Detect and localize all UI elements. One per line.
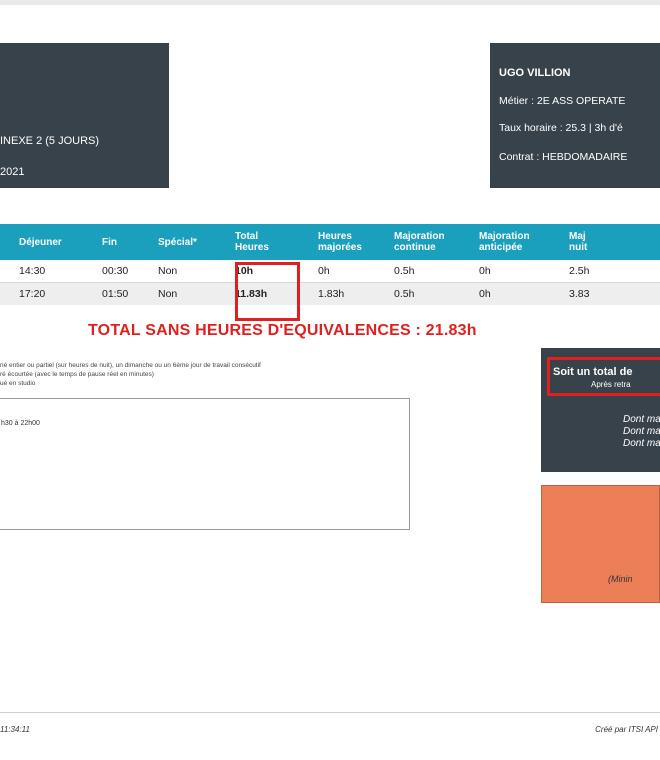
footnote-line: ué en studio (0, 380, 36, 387)
event-year-label: 2021 (0, 166, 25, 178)
cell-special: Non (158, 260, 235, 283)
cell-continue: 0.5h (394, 260, 479, 283)
table-header-row: Déjeuner Fin Spécial* Total Heures Heure… (0, 224, 660, 260)
employee-contrat: Contrat : HEBDOMADAIRE (499, 151, 628, 163)
comment-text: h30 à 22h00 (1, 420, 40, 427)
table-row: 14:30 00:30 Non 10h 0h 0.5h 0h 2.5h (0, 260, 660, 283)
col-fin: Fin (102, 224, 158, 260)
col-majoration-continue: Majoration continue (394, 224, 479, 260)
summary-panel: Soit un total de Après retra Dont ma Don… (541, 348, 660, 472)
summary-dont-line: Dont ma (623, 438, 660, 449)
cell-special: Non (158, 282, 235, 305)
event-info-panel: INEXE 2 (5 JOURS) 2021 (0, 43, 169, 188)
minimum-text: (Minin (608, 574, 633, 584)
employee-metier: Métier : 2E ASS OPERATE (499, 95, 626, 107)
cell-nuit: 2.5h (569, 260, 660, 283)
cell-nuit: 3.83 (569, 282, 660, 305)
footer-credit: Créé par ITSI API (595, 725, 658, 734)
cell-dejeuner: 17:20 (19, 282, 102, 305)
event-annex-label: INEXE 2 (5 JOURS) (0, 135, 100, 147)
col-special: Spécial* (158, 224, 235, 260)
footnote-line: rié entier ou partiel (sur heures de nui… (0, 362, 261, 369)
cell-fin: 00:30 (102, 260, 158, 283)
cell-anticipee: 0h (479, 260, 569, 283)
hours-table: Déjeuner Fin Spécial* Total Heures Heure… (0, 224, 660, 305)
total-highlight-box (235, 262, 300, 321)
footer-timestamp: 11:34:11 (0, 725, 30, 734)
col-total-heures: Total Heures (235, 224, 318, 260)
cell-continue: 0.5h (394, 282, 479, 305)
employee-taux: Taux horaire : 25.3 | 3h d'é (499, 122, 623, 134)
employee-name: UGO VILLION (499, 67, 571, 79)
footer-divider (0, 712, 660, 713)
comment-box[interactable]: h30 à 22h00 (0, 398, 410, 530)
total-without-equivalences: TOTAL SANS HEURES D'EQUIVALENCES : 21.83… (88, 322, 477, 339)
summary-dont-line: Dont ma (623, 426, 660, 437)
table-row: 17:20 01:50 Non 11.83h 1.83h 0.5h 0h 3.8… (0, 282, 660, 305)
footnote-line: ré écourtée (avec le temps de pause réel… (0, 371, 154, 378)
employee-info-panel: UGO VILLION Métier : 2E ASS OPERATE Taux… (490, 43, 660, 188)
minimum-panel: (Minin (541, 485, 660, 603)
summary-subtitle: Après retra (591, 380, 631, 389)
col-heures-majorees: Heures majorées (318, 224, 394, 260)
cell-dejeuner: 14:30 (19, 260, 102, 283)
cell-majorees: 0h (318, 260, 394, 283)
summary-dont-line: Dont ma (623, 414, 660, 425)
cell-majorees: 1.83h (318, 282, 394, 305)
cell-anticipee: 0h (479, 282, 569, 305)
col-dejeuner: Déjeuner (19, 224, 102, 260)
summary-title: Soit un total de (553, 366, 633, 378)
col-majoration-nuit: Maj nuit (569, 224, 660, 260)
col-majoration-anticipee: Majoration anticipée (479, 224, 569, 260)
top-strip (0, 0, 660, 5)
cell-fin: 01:50 (102, 282, 158, 305)
